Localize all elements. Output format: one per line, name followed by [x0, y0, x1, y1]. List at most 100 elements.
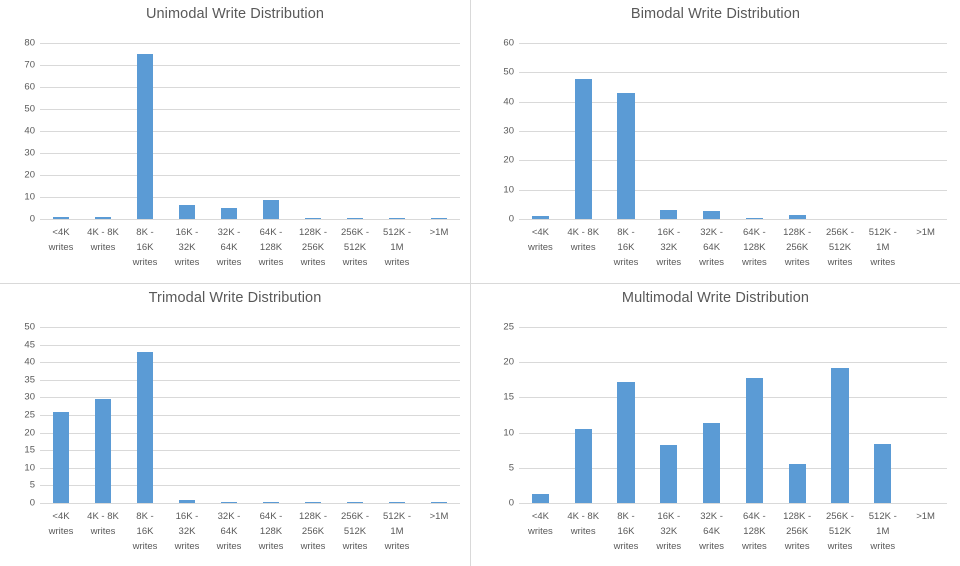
bar[interactable]	[430, 218, 448, 219]
chart-panel-trimodal: Trimodal Write Distribution%IOs in size …	[0, 284, 470, 566]
bar[interactable]	[574, 78, 592, 219]
x-axis-labels: <4K writes 4K - 8K writes 8K - 16K writes 1…	[40, 509, 460, 554]
x-axis-tick-label: 256K - 512K writes	[341, 511, 369, 552]
bar[interactable]	[388, 218, 406, 219]
y-axis-tick-label: 0	[29, 497, 35, 509]
bar[interactable]	[531, 216, 549, 219]
plot-area	[40, 327, 460, 504]
bar[interactable]	[94, 217, 112, 219]
bar[interactable]	[745, 377, 763, 503]
bar[interactable]	[346, 502, 364, 503]
bar[interactable]	[136, 351, 154, 503]
gridline	[40, 503, 460, 504]
y-axis-tick-label: 30	[24, 391, 35, 403]
bar[interactable]	[788, 215, 806, 219]
bar[interactable]	[136, 54, 154, 219]
y-axis-tick-label: 25	[503, 321, 514, 333]
bar[interactable]	[531, 494, 549, 503]
bar[interactable]	[617, 92, 635, 219]
bar-slot	[166, 327, 208, 503]
y-axis-tick-label: 50	[24, 321, 35, 333]
x-axis-tick-label: 256K - 512K writes	[341, 227, 369, 268]
x-axis-tick-label: <4K writes	[48, 511, 74, 537]
bar[interactable]	[94, 399, 112, 503]
y-axis-tick-label: 0	[29, 213, 35, 225]
bar[interactable]	[660, 210, 678, 219]
bar[interactable]	[262, 199, 280, 219]
bar[interactable]	[262, 502, 280, 503]
bar[interactable]	[703, 422, 721, 503]
x-axis-tick-label: 512K - 1M writes	[868, 511, 897, 552]
bar-slot	[519, 43, 562, 219]
bar[interactable]	[178, 204, 196, 219]
x-axis-tick-label: 512K - 1M writes	[383, 511, 411, 552]
x-axis-labels: <4K writes 4K - 8K writes 8K - 16K writes 1…	[519, 225, 947, 270]
bar[interactable]	[617, 381, 635, 503]
chart-title: Multimodal Write Distribution	[621, 290, 810, 306]
bar-slot	[690, 327, 733, 503]
bar-slot	[124, 327, 166, 503]
bar[interactable]	[430, 502, 448, 503]
bar-slot	[292, 327, 334, 503]
bar[interactable]	[346, 218, 364, 219]
x-axis-labels: <4K writes 4K - 8K writes 8K - 16K writes 1…	[40, 225, 460, 270]
bar-slot	[861, 43, 904, 219]
bar[interactable]	[831, 367, 849, 503]
x-axis-tick-label: 16K - 32K writes	[656, 511, 682, 552]
y-axis-tick-label: 70	[24, 59, 35, 71]
y-axis-tick-label: 0	[508, 497, 514, 509]
bar[interactable]	[304, 218, 322, 219]
x-axis-tick-label: 512K - 1M writes	[383, 227, 411, 268]
bar-slot	[40, 43, 82, 219]
x-axis-tick-label: >1M	[429, 227, 449, 238]
x-axis-tick-label: 256K - 512K writes	[825, 227, 854, 268]
bar[interactable]	[574, 429, 592, 503]
bar[interactable]	[660, 445, 678, 503]
bar-series	[519, 327, 947, 503]
chart-panel-unimodal: Unimodal Write Distribution%IOs in size …	[0, 0, 470, 283]
bar[interactable]	[220, 502, 238, 503]
y-axis-tick-label: 40	[503, 95, 514, 107]
bar[interactable]	[703, 211, 721, 219]
y-axis-tick-label: 35	[24, 374, 35, 386]
y-axis-tick-label: 15	[503, 391, 514, 403]
y-axis-tick-label: 20	[24, 426, 35, 438]
bar[interactable]	[388, 502, 406, 503]
x-axis-tick-label: 32K - 64K writes	[216, 511, 242, 552]
bar-slot	[208, 327, 250, 503]
x-axis-tick-label: 64K - 128K writes	[258, 227, 284, 268]
y-axis-tick-label: 10	[503, 426, 514, 438]
y-axis-tick-label: 20	[24, 169, 35, 181]
bar[interactable]	[178, 499, 196, 503]
bar-slot	[776, 327, 819, 503]
x-axis-tick-label: >1M	[429, 511, 449, 522]
y-axis-tick-label: 10	[503, 183, 514, 195]
x-axis-tick-label: 64K - 128K writes	[741, 227, 767, 268]
chart-grid: Unimodal Write Distribution%IOs in size …	[0, 0, 960, 566]
bar-slot	[124, 43, 166, 219]
x-axis-tick-label: 8K - 16K writes	[132, 227, 158, 268]
bar[interactable]	[52, 217, 70, 219]
bar-slot	[82, 43, 124, 219]
bar-slot	[292, 43, 334, 219]
bar[interactable]	[745, 217, 763, 219]
x-axis-labels: <4K writes 4K - 8K writes 8K - 16K writes 1…	[519, 509, 947, 554]
chart-title: Bimodal Write Distribution	[630, 6, 801, 22]
bar[interactable]	[788, 463, 806, 503]
bar[interactable]	[874, 444, 892, 503]
bar-slot	[519, 327, 562, 503]
y-axis-tick-label: 0	[508, 213, 514, 225]
bar[interactable]	[304, 502, 322, 503]
bar-slot	[250, 43, 292, 219]
x-axis-tick-label: 16K - 32K writes	[174, 227, 200, 268]
bar[interactable]	[52, 411, 70, 503]
y-axis-tick-label: 50	[24, 103, 35, 115]
bar-slot	[819, 327, 862, 503]
bar-slot	[861, 327, 904, 503]
y-axis-tick-label: 60	[503, 37, 514, 49]
x-axis-tick-label: 8K - 16K writes	[132, 511, 158, 552]
bar-slot	[904, 327, 947, 503]
bar[interactable]	[220, 207, 238, 219]
bar-slot	[250, 327, 292, 503]
x-axis-tick-label: 8K - 16K writes	[613, 227, 639, 268]
